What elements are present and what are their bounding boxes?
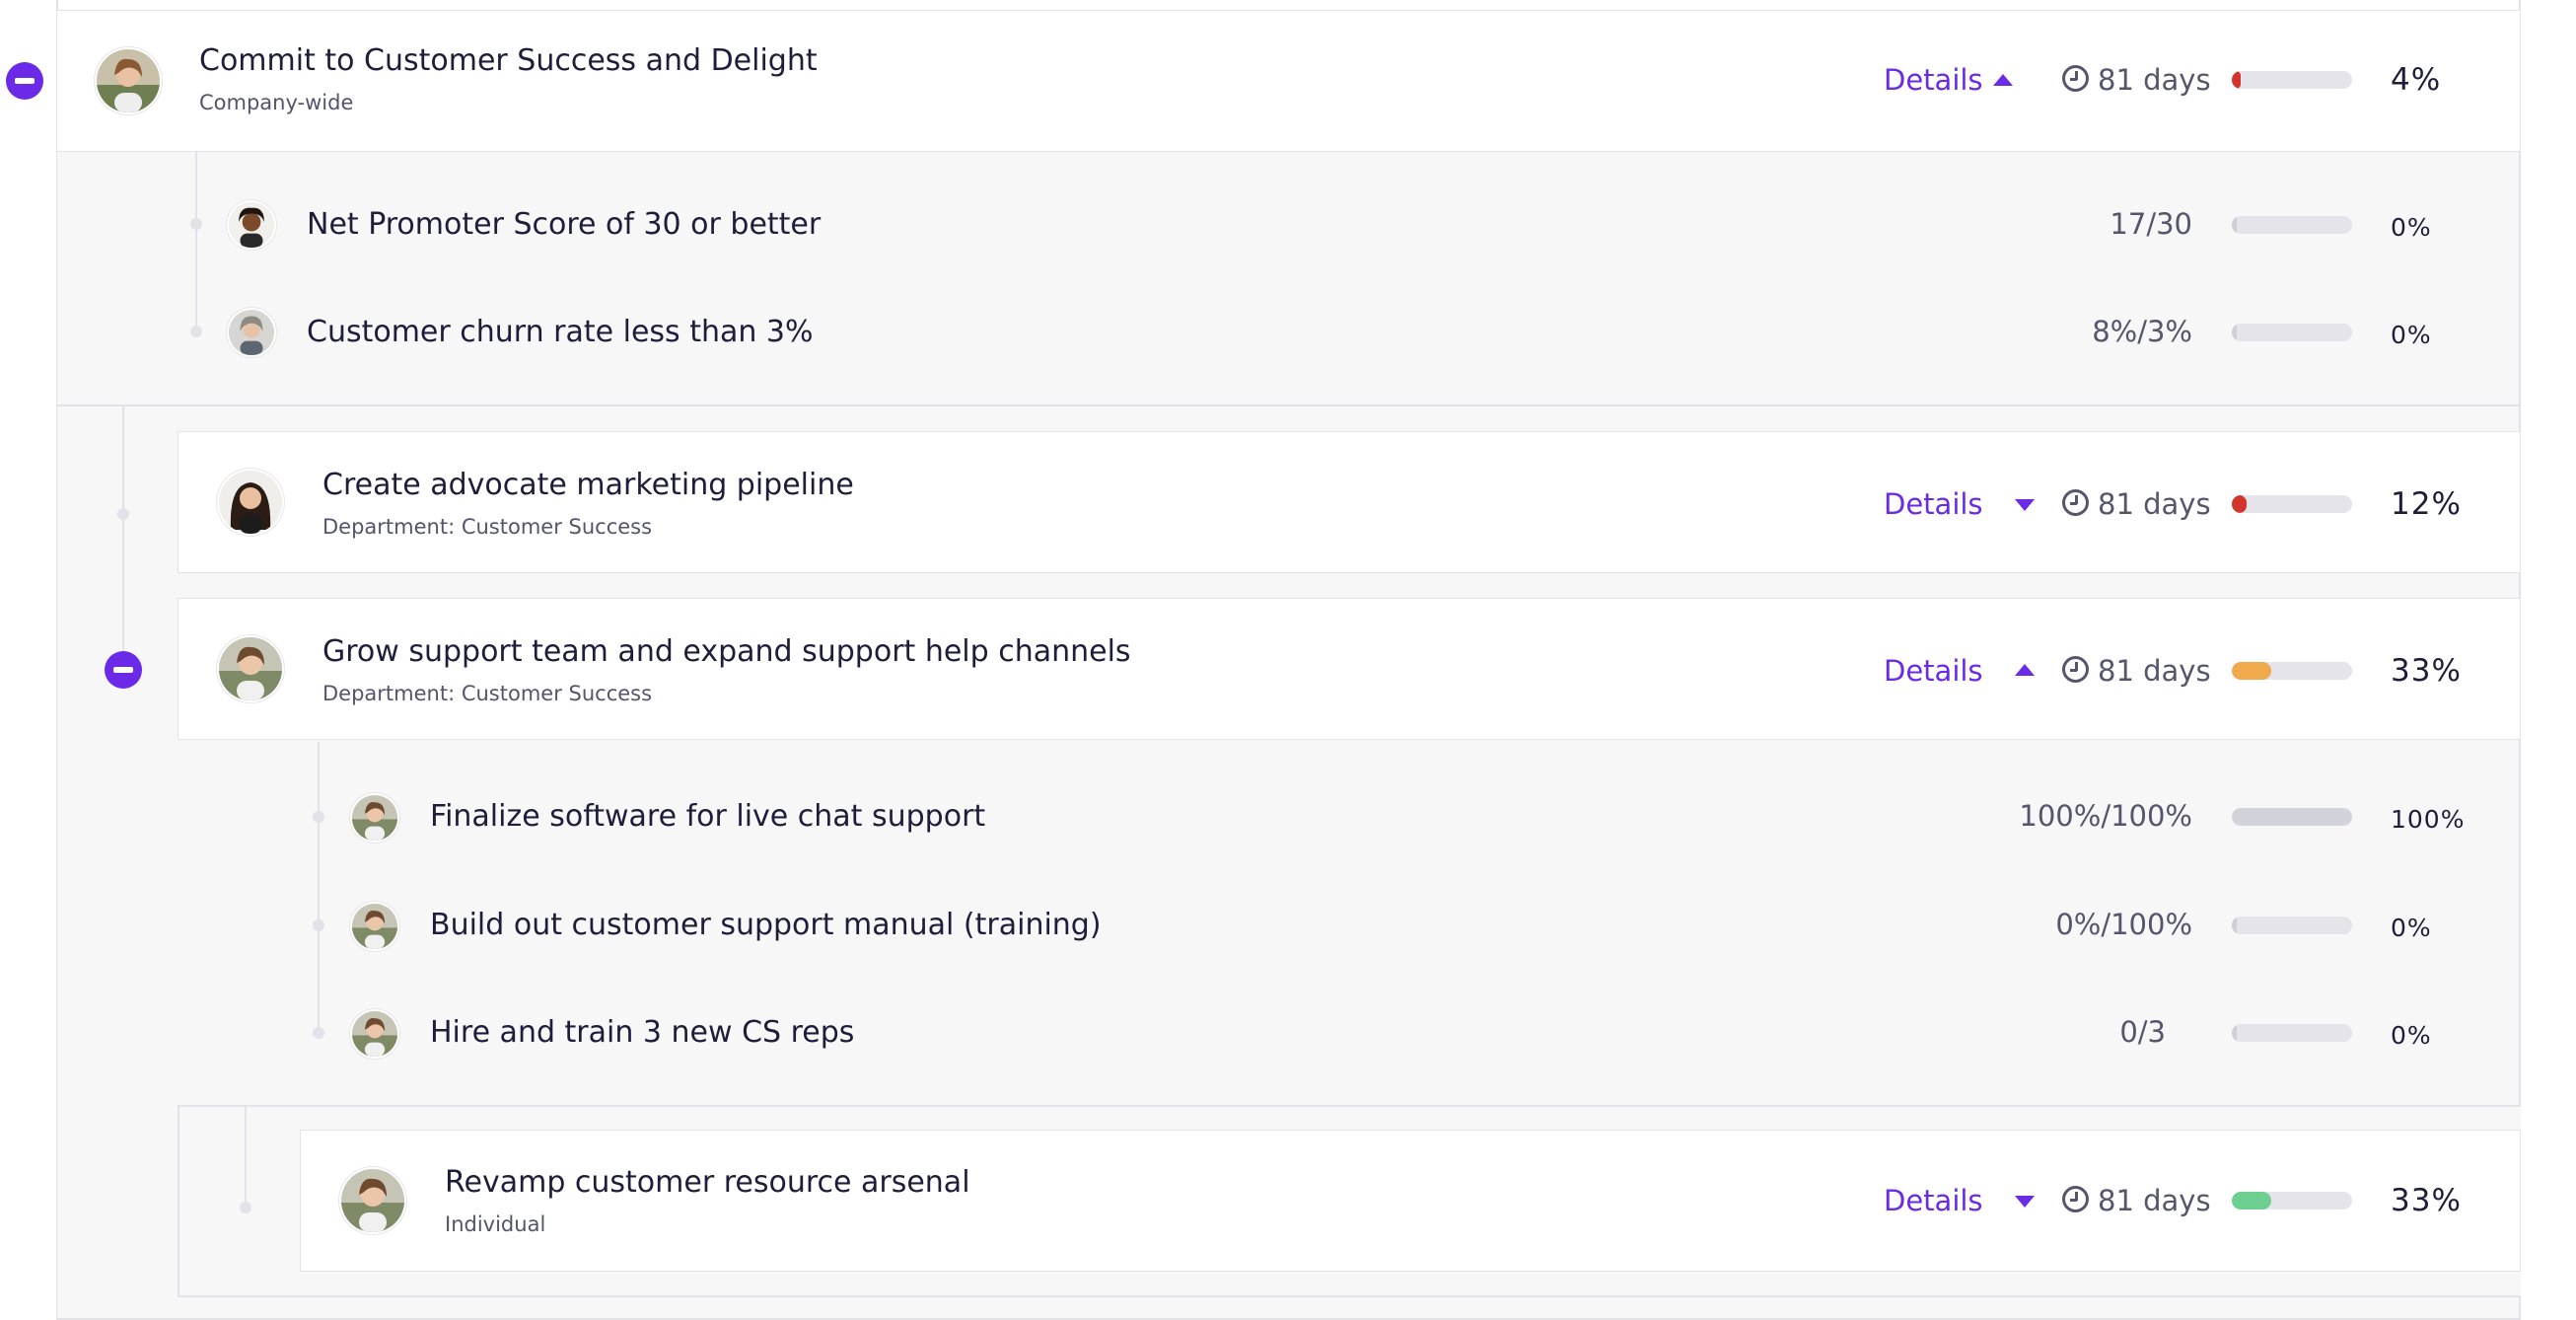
days-remaining: 81 days [2098, 487, 2211, 521]
progress-bar [2232, 324, 2352, 341]
avatar [352, 795, 397, 841]
key-result-title[interactable]: Hire and train 3 new CS reps [430, 1015, 854, 1050]
tree-line [122, 406, 124, 669]
objective-subtitle: Company-wide [199, 91, 354, 114]
progress-fill [2232, 662, 2272, 680]
key-result-metric[interactable]: 100%/100% [1975, 799, 2192, 833]
progress-percent: 4% [2391, 62, 2442, 98]
progress-percent: 33% [2391, 1183, 2462, 1218]
caret-up-icon[interactable] [2015, 664, 2035, 676]
tree-node [117, 508, 129, 520]
tree-node [313, 919, 324, 931]
key-result-title[interactable]: Build out customer support manual (train… [430, 908, 1102, 942]
tree-node [240, 1202, 251, 1213]
progress-bar [2232, 495, 2352, 513]
tree-node [190, 326, 202, 337]
clock-icon [2062, 1186, 2089, 1212]
key-result-metric[interactable]: 17/30 [1975, 207, 2192, 241]
key-result-title[interactable]: Customer churn rate less than 3% [307, 315, 814, 349]
progress-percent: 12% [2391, 486, 2462, 522]
key-result-title[interactable]: Net Promoter Score of 30 or better [307, 207, 821, 242]
caret-up-icon[interactable] [1993, 74, 2013, 86]
avatar [341, 1169, 404, 1232]
objective-subtitle: Individual [445, 1212, 546, 1236]
avatar [229, 310, 274, 355]
avatar [352, 904, 397, 949]
tree-line [195, 152, 197, 334]
details-toggle[interactable]: Details [1884, 63, 1983, 97]
progress-percent: 0% [2391, 914, 2432, 942]
tree-node [313, 1027, 324, 1039]
days-remaining: 81 days [2098, 1184, 2211, 1217]
tree-line [318, 742, 320, 1032]
objective-title[interactable]: Create advocate marketing pipeline [322, 468, 854, 502]
progress-fill [2232, 808, 2352, 826]
clock-icon [2062, 656, 2089, 683]
tree-node [190, 218, 202, 230]
minus-circle-icon[interactable] [105, 651, 142, 689]
progress-bar [2232, 1192, 2352, 1210]
clock-icon [2062, 65, 2089, 92]
progress-fill [2232, 495, 2247, 513]
progress-fill [2232, 1192, 2272, 1210]
progress-bar [2232, 917, 2352, 934]
objective-title[interactable]: Commit to Customer Success and Delight [199, 43, 818, 78]
key-result-metric[interactable]: 8%/3% [1975, 315, 2192, 348]
progress-percent: 100% [2391, 805, 2466, 834]
avatar [229, 202, 274, 248]
days-remaining: 81 days [2098, 63, 2211, 97]
caret-down-icon[interactable] [2015, 499, 2035, 511]
progress-bar [2232, 808, 2352, 826]
details-toggle[interactable]: Details [1884, 654, 1983, 688]
key-results-section [57, 152, 2519, 405]
progress-percent: 0% [2391, 321, 2432, 349]
clock-icon [2062, 489, 2089, 516]
key-result-metric[interactable]: 0%/100% [1975, 908, 2192, 941]
objective-subtitle: Department: Customer Success [322, 682, 653, 705]
progress-bar [2232, 1024, 2352, 1042]
tree-node [313, 811, 324, 823]
avatar [352, 1011, 397, 1057]
days-remaining: 81 days [2098, 654, 2211, 688]
progress-bar [2232, 662, 2352, 680]
caret-down-icon[interactable] [2015, 1196, 2035, 1208]
objective-subtitle: Department: Customer Success [322, 515, 653, 539]
avatar [219, 637, 282, 700]
progress-bar [2232, 71, 2352, 89]
avatar [219, 471, 282, 534]
objective-title[interactable]: Revamp customer resource arsenal [445, 1165, 970, 1200]
progress-percent: 0% [2391, 1021, 2432, 1050]
key-result-metric[interactable]: 0/3 [1949, 1015, 2166, 1049]
avatar [97, 49, 160, 112]
progress-percent: 0% [2391, 213, 2432, 242]
tree-line [245, 1107, 247, 1206]
progress-percent: 33% [2391, 653, 2462, 689]
details-toggle[interactable]: Details [1884, 1184, 1983, 1217]
details-toggle[interactable]: Details [1884, 487, 1983, 521]
key-result-title[interactable]: Finalize software for live chat support [430, 799, 985, 834]
progress-bar [2232, 216, 2352, 234]
minus-circle-icon[interactable] [6, 62, 43, 100]
objective-title[interactable]: Grow support team and expand support hel… [322, 634, 1131, 669]
